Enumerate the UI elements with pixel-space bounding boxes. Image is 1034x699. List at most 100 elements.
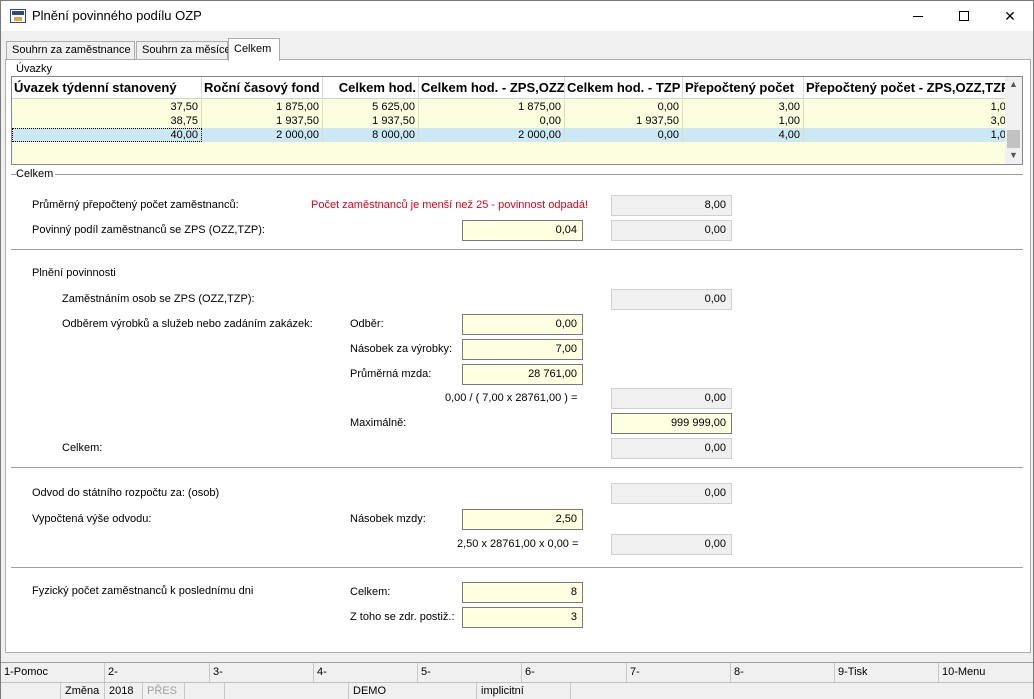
- table-cell[interactable]: 5 625,00: [323, 100, 419, 114]
- table-cell[interactable]: 0,00: [419, 114, 565, 128]
- fkey-2[interactable]: 2-: [105, 663, 210, 683]
- table-row[interactable]: 40,00 2 000,00 8 000,00 2 000,00 0,00 4,00 1,0…: [12, 128, 1016, 142]
- uvazky-grid[interactable]: Úvazek týdenní stanovený Roční časový fo…: [11, 76, 1023, 165]
- main-window: Plnění povinného podílu OZP ✕ Souhrn za …: [0, 0, 1034, 699]
- odvod-formula-value: 0,00: [611, 534, 732, 555]
- maximize-icon: [959, 11, 969, 21]
- fyzicky-label: Fyzický počet zaměstnanců k poslednímu d…: [32, 585, 254, 597]
- table-cell[interactable]: 1 937,50: [565, 114, 683, 128]
- plneni-title: Plnění povinnosti: [32, 267, 116, 279]
- table-row[interactable]: 37,50 1 875,00 5 625,00 1 875,00 0,00 3,00 1,0…: [12, 100, 1016, 114]
- col-celkem-hod-tzp[interactable]: Celkem hod. - TZP: [565, 77, 683, 99]
- tab-celkem[interactable]: Celkem: [228, 38, 280, 61]
- scroll-up-icon[interactable]: ▲: [1009, 79, 1018, 89]
- table-cell[interactable]: 2 000,00: [202, 128, 323, 142]
- max-input[interactable]: 999 999,00: [611, 413, 732, 434]
- status-db: DEMO: [349, 683, 477, 699]
- formula-text: 0,00 / ( 7,00 x 28761,00 ) =: [445, 392, 578, 404]
- mzda-input[interactable]: 28 761,00: [462, 364, 583, 385]
- table-cell[interactable]: 38,75: [12, 114, 202, 128]
- fkey-4[interactable]: 4-: [314, 663, 418, 683]
- vypoctena-label: Vypočtená výše odvodu:: [32, 513, 152, 525]
- uvazky-group-label: Úvazky: [16, 63, 55, 75]
- odvod-formula: 2,50 x 28761,00 x 0,00 =: [457, 538, 579, 550]
- status-mode: Změna: [61, 683, 105, 699]
- divider: [11, 174, 1023, 175]
- app-icon: [10, 9, 26, 23]
- formula-value: 0,00: [611, 388, 732, 409]
- fkey-5[interactable]: 5-: [418, 663, 522, 683]
- minimize-button[interactable]: [895, 1, 941, 31]
- close-button[interactable]: ✕: [987, 1, 1033, 31]
- function-key-bar: 1-Pomoc 2- 3- 4- 5- 6- 7- 8- 9-Tisk 10-M…: [1, 662, 1033, 683]
- table-cell[interactable]: 1,00: [804, 100, 1016, 114]
- plneni-celkem-value: 0,00: [611, 438, 732, 459]
- povinny-label: Povinný podíl zaměstnanců se ZPS (OZZ,TZ…: [32, 224, 265, 236]
- table-cell[interactable]: 2 000,00: [419, 128, 565, 142]
- status-blank2: [185, 683, 225, 699]
- fkey-9[interactable]: 9-Tisk: [835, 663, 939, 683]
- col-uvazek[interactable]: Úvazek týdenní stanovený: [12, 77, 202, 99]
- table-cell[interactable]: 40,00: [12, 128, 202, 142]
- grid-scrollbar[interactable]: ▲ ▼: [1005, 77, 1022, 164]
- col-celkem-hod[interactable]: Celkem hod.: [323, 77, 419, 99]
- table-cell[interactable]: 1 875,00: [202, 100, 323, 114]
- status-blank3: [225, 683, 349, 699]
- maximize-button[interactable]: [941, 1, 987, 31]
- nasobek-mzdy-input[interactable]: 2,50: [462, 509, 583, 530]
- status-bar: Změna 2018 PŘES DEMO implicitní: [1, 682, 1033, 699]
- fkey-7[interactable]: 7-: [627, 663, 731, 683]
- table-cell[interactable]: 0,00: [565, 128, 683, 142]
- status-year: 2018: [105, 683, 143, 699]
- fkey-3[interactable]: 3-: [210, 663, 314, 683]
- plneni-celkem-label: Celkem:: [62, 442, 103, 454]
- povinny-input[interactable]: 0,04: [462, 220, 583, 241]
- prumerny-label: Průměrný přepočtený počet zaměstnanců:: [32, 199, 239, 211]
- divider: [11, 249, 1023, 250]
- odberem-label: Odběrem výrobků a služeb nebo zadáním za…: [62, 318, 313, 330]
- nasobek-input[interactable]: 7,00: [462, 339, 583, 360]
- table-cell[interactable]: 3,00: [683, 100, 804, 114]
- table-cell[interactable]: 4,00: [683, 128, 804, 142]
- col-celkem-hod-zps[interactable]: Celkem hod. - ZPS,OZZ: [419, 77, 565, 99]
- mzda-label: Průměrná mzda:: [350, 368, 432, 380]
- table-cell[interactable]: 0,00: [565, 100, 683, 114]
- table-cell[interactable]: 1,00: [683, 114, 804, 128]
- table-cell[interactable]: 8 000,00: [323, 128, 419, 142]
- table-cell[interactable]: 1 937,50: [202, 114, 323, 128]
- fyzicky-celkem-input[interactable]: 8: [462, 582, 583, 603]
- tab-souhrn-zamestnance[interactable]: Souhrn za zaměstnance: [6, 41, 135, 60]
- zamestnanim-value: 0,00: [611, 289, 732, 310]
- status-blank: [1, 683, 61, 699]
- odvod-label: Odvod do státního rozpočtu za: (osob): [32, 487, 220, 499]
- table-row[interactable]: 38,75 1 937,50 1 937,50 0,00 1 937,50 1,00 3,0…: [12, 114, 1016, 128]
- scroll-thumb[interactable]: [1007, 130, 1020, 148]
- fkey-8[interactable]: 8-: [731, 663, 835, 683]
- nasobek-label: Násobek za výrobky:: [350, 343, 453, 355]
- col-prepocteny[interactable]: Přepočtený počet: [683, 77, 804, 99]
- divider: [11, 567, 1023, 568]
- warning-text: Počet zaměstnanců je menší než 25 - povi…: [311, 199, 589, 211]
- fkey-10[interactable]: 10-Menu: [939, 663, 1033, 683]
- close-icon: ✕: [1004, 7, 1016, 24]
- table-cell[interactable]: 1,00: [804, 128, 1016, 142]
- zamestnanim-label: Zaměstnáním osob se ZPS (OZZ,TZP):: [62, 293, 255, 305]
- povinny-value: 0,00: [611, 220, 732, 241]
- divider: [11, 467, 1023, 468]
- max-label: Maximálně:: [350, 417, 407, 429]
- col-prepocteny-zps[interactable]: Přepočtený počet - ZPS,OZZ,TZP: [804, 77, 1016, 99]
- col-rocni-fond[interactable]: Roční časový fond: [202, 77, 323, 99]
- table-cell[interactable]: 1 937,50: [323, 114, 419, 128]
- odber-label: Odběr:: [350, 318, 384, 330]
- table-cell[interactable]: 3,00: [804, 114, 1016, 128]
- fkey-1[interactable]: 1-Pomoc: [1, 663, 105, 683]
- table-cell[interactable]: 1 875,00: [419, 100, 565, 114]
- status-pres: PŘES: [143, 683, 185, 699]
- prumerny-value: 8,00: [611, 195, 732, 216]
- table-cell[interactable]: 37,50: [12, 100, 202, 114]
- odber-input[interactable]: 0,00: [462, 314, 583, 335]
- fkey-6[interactable]: 6-: [522, 663, 627, 683]
- tab-souhrn-mesice[interactable]: Souhrn za měsíce: [136, 41, 231, 60]
- ztoho-input[interactable]: 3: [462, 607, 583, 628]
- scroll-down-icon[interactable]: ▼: [1009, 150, 1018, 160]
